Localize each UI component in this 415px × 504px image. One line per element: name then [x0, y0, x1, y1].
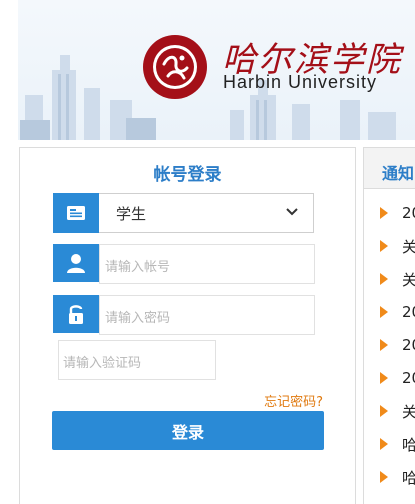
bullet-arrow-icon: [380, 207, 388, 219]
notice-panel: 通知 20 关 关 20 20 20 关 哈 哈: [363, 147, 415, 504]
header-banner: 哈尔滨学院 Harbin University: [0, 0, 415, 140]
notice-item[interactable]: 关: [380, 269, 415, 289]
bullet-arrow-icon: [380, 372, 388, 384]
brand-name-english: Harbin University: [223, 72, 378, 92]
chevron-down-icon: [286, 208, 298, 216]
password-placeholder: 请输入密码: [105, 311, 171, 326]
account-input[interactable]: 请输入帐号: [99, 244, 315, 284]
bullet-arrow-icon: [380, 405, 388, 417]
role-select[interactable]: 学生: [53, 193, 314, 233]
role-selected-value: 学生: [116, 205, 147, 223]
login-title: 帐号登录: [153, 165, 222, 185]
lock-icon: [53, 295, 99, 333]
user-icon: [53, 244, 99, 282]
university-logo: [143, 35, 207, 99]
notice-header: 通知: [364, 148, 415, 189]
bullet-arrow-icon: [380, 339, 388, 351]
captcha-input[interactable]: 请输入验证码: [58, 340, 216, 380]
bullet-arrow-icon: [380, 471, 388, 483]
password-input[interactable]: 请输入密码: [99, 295, 315, 335]
notice-item[interactable]: 关: [380, 236, 415, 256]
id-card-icon: [53, 193, 99, 233]
bullet-arrow-icon: [380, 273, 388, 285]
captcha-placeholder: 请输入验证码: [63, 356, 142, 371]
notice-item[interactable]: 20: [380, 335, 415, 355]
notice-item[interactable]: 20: [380, 368, 415, 388]
notice-item[interactable]: 关: [380, 401, 415, 421]
bullet-arrow-icon: [380, 438, 388, 450]
account-placeholder: 请输入帐号: [105, 260, 171, 275]
forgot-password-link[interactable]: 忘记密码?: [264, 391, 323, 410]
login-panel: 帐号登录 学生 请输入帐号 请输入密码 请输入验证码 忘记密码? 登录: [19, 147, 356, 504]
notice-item[interactable]: 哈: [380, 434, 415, 454]
notice-item[interactable]: 20: [380, 302, 415, 322]
bullet-arrow-icon: [380, 306, 388, 318]
login-button[interactable]: 登录: [52, 411, 324, 450]
notice-item[interactable]: 20: [380, 203, 415, 223]
notice-title: 通知: [382, 164, 415, 183]
notice-item[interactable]: 哈: [380, 467, 415, 487]
header-left-strip: [0, 0, 18, 140]
bullet-arrow-icon: [380, 240, 388, 252]
